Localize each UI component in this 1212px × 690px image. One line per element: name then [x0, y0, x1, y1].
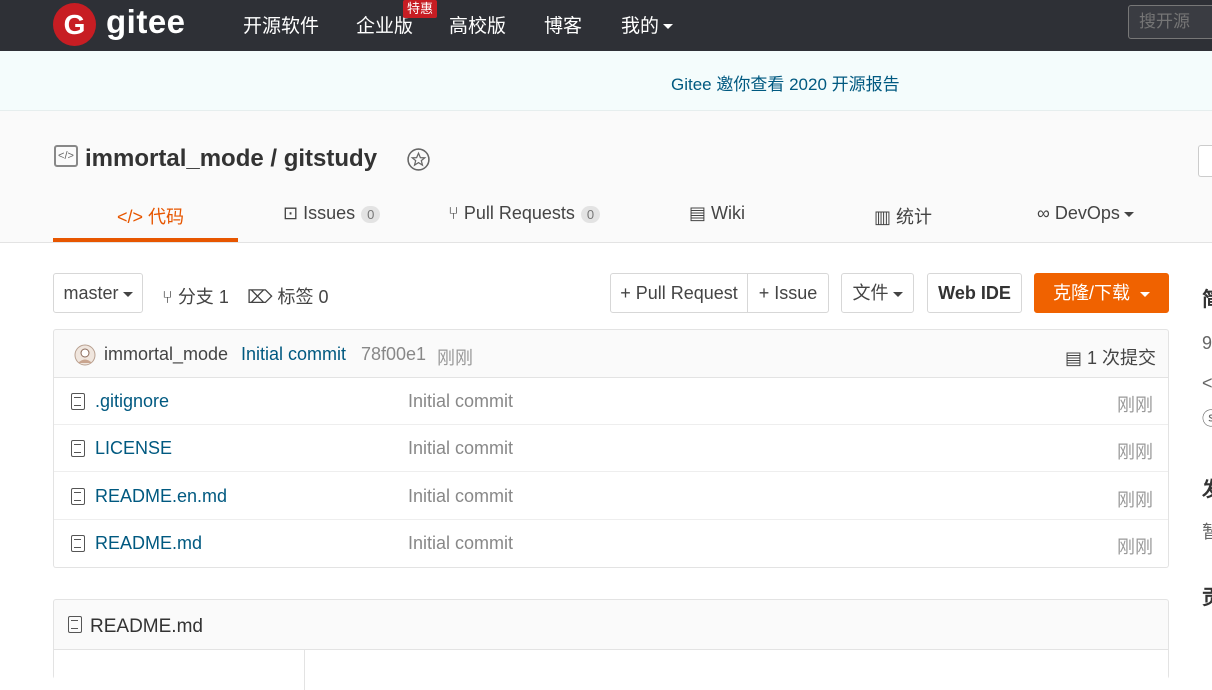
file-row[interactable]: README.md Initial commit 刚刚	[54, 520, 1168, 567]
code-icon: </>	[117, 207, 149, 227]
sidebar-text: 暂	[1202, 522, 1212, 542]
gitee-logo-text[interactable]: gitee	[106, 3, 186, 41]
announcement-banner: Gitee 邀你查看 2020 开源报告	[0, 51, 1212, 111]
new-pull-request-button[interactable]: + Pull Request	[610, 273, 748, 313]
branches-link[interactable]: ⑂ 分支 1	[162, 283, 229, 309]
commit-hash[interactable]: 78f00e1	[361, 344, 426, 365]
tags-label: 标签 0	[277, 287, 329, 307]
commit-message[interactable]: Initial commit	[241, 344, 346, 365]
file-icon	[71, 535, 85, 552]
sidebar-text: 9	[1202, 333, 1212, 353]
clone-download-label: 克隆/下载	[1052, 283, 1130, 303]
file-list: .gitignore Initial commit 刚刚 LICENSE Ini…	[53, 377, 1169, 568]
new-issue-button[interactable]: + Issue	[747, 273, 829, 313]
commit-time: 刚刚	[437, 348, 473, 368]
sidebar-heading-releases: 发	[1202, 473, 1212, 502]
tab-code-label: 代码	[148, 207, 185, 227]
code-repo-icon: </>	[54, 145, 78, 167]
file-time: 刚刚	[1117, 537, 1153, 557]
tab-devops[interactable]: ∞ DevOps	[1037, 203, 1134, 224]
file-menu-button[interactable]: 文件	[841, 273, 914, 313]
tab-code[interactable]: </> 代码	[117, 203, 184, 229]
issue-icon: ⊡	[283, 203, 304, 223]
pull-request-icon: ⑂	[448, 203, 464, 223]
web-ide-button[interactable]: Web IDE	[927, 273, 1022, 313]
branches-label: 分支 1	[177, 287, 229, 307]
file-icon	[71, 488, 85, 505]
commit-count-link[interactable]: ▤ 1 次提交	[1065, 344, 1156, 370]
tab-stats-label: 统计	[896, 207, 933, 227]
tab-issues[interactable]: ⊡ Issues 0	[283, 203, 381, 224]
file-time: 刚刚	[1117, 395, 1153, 415]
file-name[interactable]: .gitignore	[95, 391, 169, 412]
bar-chart-icon: ▥	[874, 207, 897, 227]
tab-wiki[interactable]: ▤ Wiki	[689, 203, 745, 224]
sidebar-heading-intro: 简	[1202, 283, 1212, 312]
clone-download-button[interactable]: 克隆/下载	[1034, 273, 1169, 313]
file-icon	[71, 393, 85, 410]
tags-link[interactable]: ⌦ 标签 0	[247, 283, 328, 309]
announcement-link[interactable]: Gitee 邀你查看 2020 开源报告	[671, 70, 900, 95]
file-name[interactable]: README.en.md	[95, 486, 227, 507]
branch-icon: ⑂	[162, 287, 178, 307]
nav-link-opensource[interactable]: 开源软件	[243, 11, 319, 38]
commit-author[interactable]: immortal_mode	[104, 344, 228, 365]
file-row[interactable]: README.en.md Initial commit 刚刚	[54, 473, 1168, 520]
file-row[interactable]: LICENSE Initial commit 刚刚	[54, 425, 1168, 472]
nav-link-blog[interactable]: 博客	[544, 11, 582, 38]
branch-select-label: master	[63, 283, 119, 303]
promo-badge: 特惠	[403, 0, 438, 18]
book-icon: ▤	[689, 203, 712, 223]
search-input[interactable]	[1128, 5, 1212, 39]
nav-menu-mine-label: 我的	[621, 16, 660, 37]
tab-devops-label: DevOps	[1054, 203, 1120, 223]
recommend-badge-icon[interactable]	[406, 147, 431, 172]
infinity-icon: ∞	[1037, 203, 1055, 223]
file-menu-label: 文件	[852, 283, 889, 303]
readme-panel: README.md	[53, 599, 1169, 690]
sidebar-heading-contributors: 贡	[1202, 581, 1212, 610]
tab-pull-requests[interactable]: ⑂ Pull Requests 0	[448, 203, 601, 224]
tab-issues-label: Issues	[303, 203, 356, 223]
avatar[interactable]	[74, 344, 96, 366]
file-row[interactable]: .gitignore Initial commit 刚刚	[54, 378, 1168, 425]
pulls-count-badge: 0	[580, 205, 601, 223]
code-icon: </	[1202, 373, 1212, 393]
file-commit-message[interactable]: Initial commit	[408, 391, 513, 412]
chevron-down-icon	[1140, 291, 1150, 297]
tag-icon: ⌦	[247, 287, 278, 307]
file-time: 刚刚	[1117, 442, 1153, 462]
file-name[interactable]: README.md	[95, 533, 202, 554]
file-commit-message[interactable]: Initial commit	[408, 486, 513, 507]
readme-divider	[304, 650, 305, 690]
chevron-down-icon	[1123, 211, 1134, 217]
active-tab-indicator	[53, 238, 238, 242]
branch-select[interactable]: master	[53, 273, 143, 313]
latest-commit-bar: immortal_mode Initial commit 78f00e1 刚刚 …	[53, 329, 1169, 378]
file-commit-message[interactable]: Initial commit	[408, 533, 513, 554]
file-commit-message[interactable]: Initial commit	[408, 438, 513, 459]
top-navbar: G gitee 开源软件 企业版 特惠 高校版 博客 我的	[0, 0, 1212, 51]
nav-link-education[interactable]: 高校版	[449, 11, 506, 38]
chevron-down-icon	[122, 291, 133, 297]
license-icon: ⓢ	[1202, 409, 1212, 429]
tab-wiki-label: Wiki	[711, 203, 746, 223]
readme-body	[54, 649, 1168, 690]
repo-title[interactable]: immortal_mode / gitstudy	[85, 145, 377, 173]
history-icon: ▤	[1064, 348, 1087, 368]
file-icon	[71, 440, 85, 457]
nav-menu-mine[interactable]: 我的	[621, 11, 674, 38]
commit-count-label: 1 次提交	[1086, 348, 1156, 368]
tab-pulls-label: Pull Requests	[463, 203, 575, 223]
issues-count-badge: 0	[361, 205, 381, 223]
readme-title: README.md	[90, 616, 203, 637]
file-time: 刚刚	[1117, 490, 1153, 510]
file-name[interactable]: LICENSE	[95, 438, 172, 459]
chevron-down-icon	[892, 291, 903, 297]
gitee-logo-icon[interactable]: G	[53, 3, 96, 46]
tab-stats[interactable]: ▥ 统计	[874, 203, 932, 229]
chevron-down-icon	[663, 24, 674, 30]
star-watch-button[interactable]	[1198, 145, 1212, 177]
file-icon	[68, 616, 82, 633]
